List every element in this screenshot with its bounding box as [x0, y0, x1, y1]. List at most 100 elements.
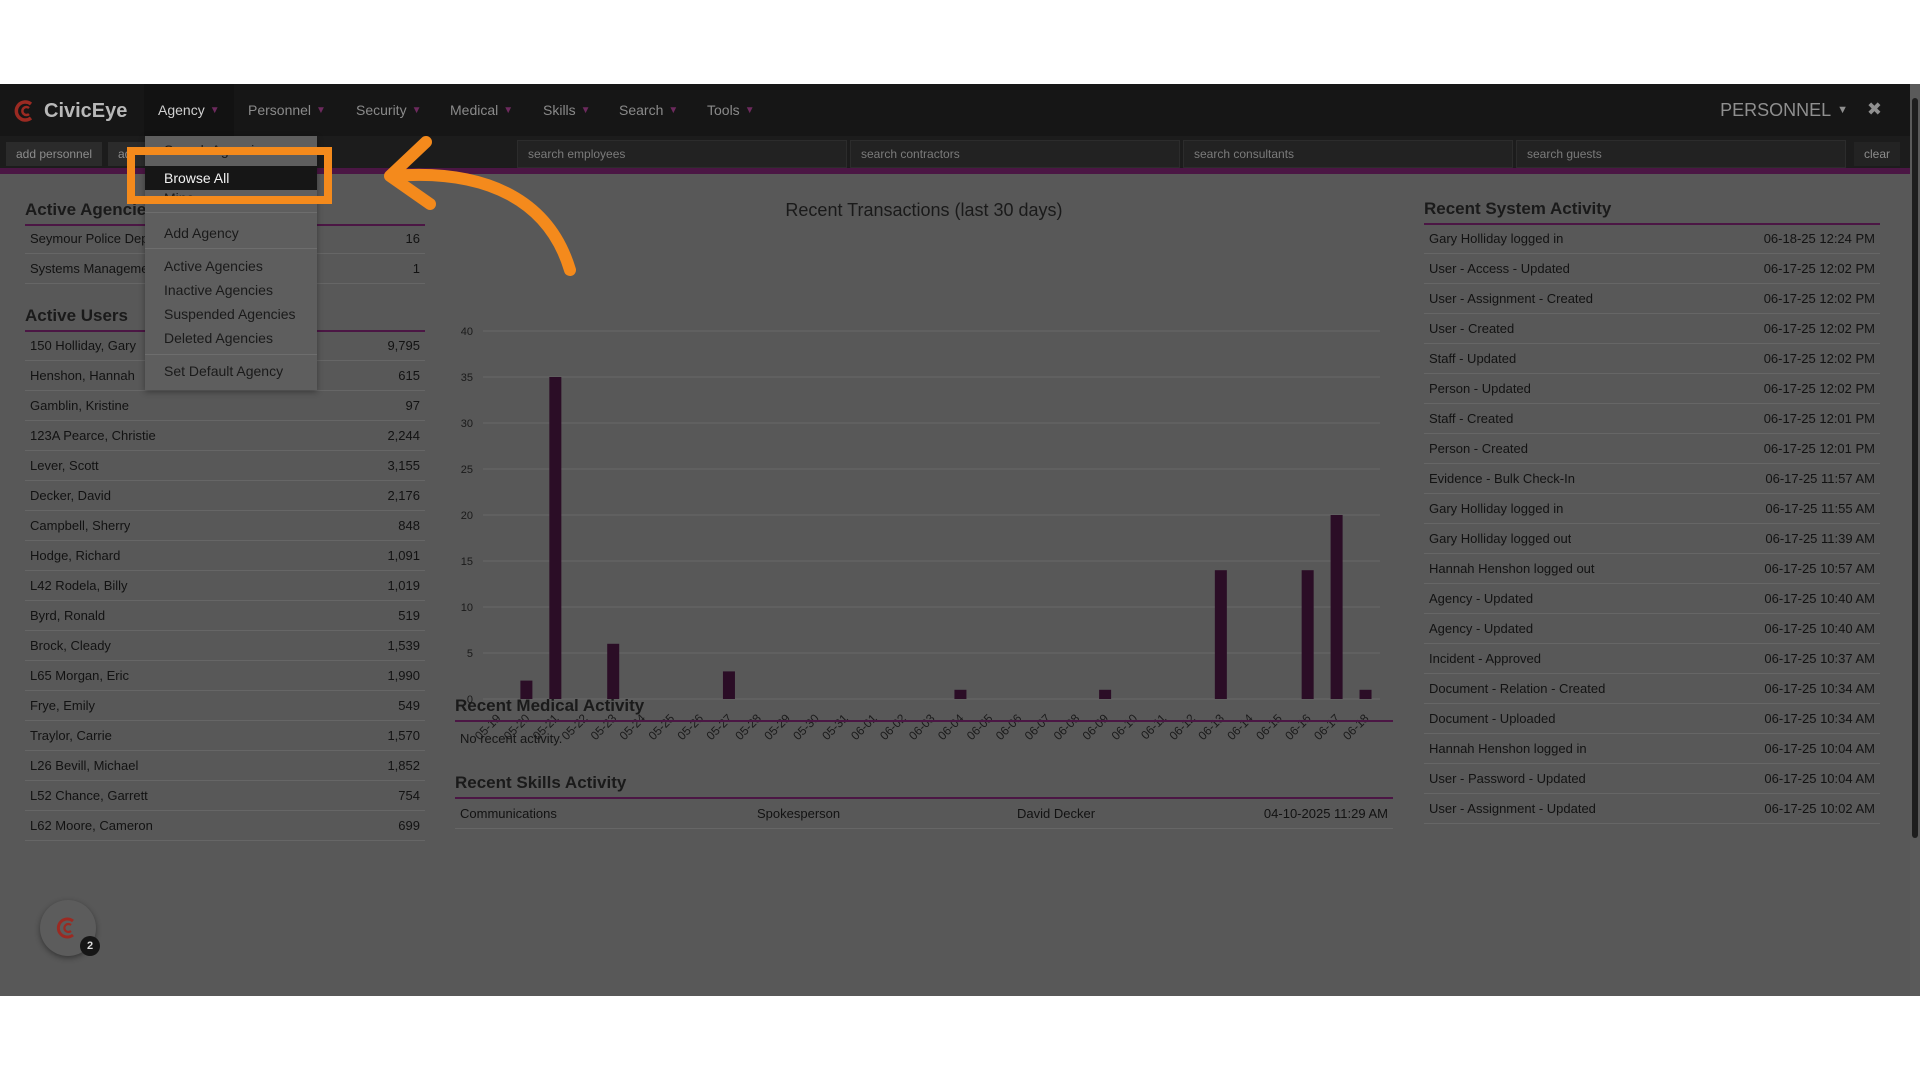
y-tick-label: 25 — [461, 464, 473, 476]
user-row[interactable]: Brock, Cleady 1,539 — [25, 631, 425, 661]
activity-time: 06-17-25 10:57 AM — [1764, 561, 1875, 576]
activity-row[interactable]: User - Created 06-17-25 12:02 PM — [1424, 314, 1880, 344]
nav-search[interactable]: Search ▼ — [605, 84, 692, 136]
menu-inactive-agencies[interactable]: Inactive Agencies — [164, 282, 273, 298]
user-name: L52 Chance, Garrett — [30, 788, 148, 803]
activity-time: 06-17-25 10:40 AM — [1764, 621, 1875, 636]
system-activity-heading: Recent System Activity — [1424, 199, 1880, 225]
chevron-down-icon: ▼ — [744, 104, 755, 116]
user-row[interactable]: 123A Pearce, Christie 2,244 — [25, 421, 425, 451]
page-scrollbar[interactable] — [1910, 84, 1920, 996]
chart-bar[interactable] — [1330, 515, 1343, 699]
y-tick-label: 15 — [461, 556, 473, 568]
chart-bar[interactable] — [607, 643, 620, 699]
activity-row[interactable]: Staff - Updated 06-17-25 12:02 PM — [1424, 344, 1880, 374]
menu-divider — [145, 212, 317, 213]
activity-row[interactable]: Hannah Henshon logged out 06-17-25 10:57 … — [1424, 554, 1880, 584]
user-row[interactable]: Decker, David 2,176 — [25, 481, 425, 511]
user-name: Henshon, Hannah — [30, 368, 135, 383]
add-personnel-button[interactable]: add personnel — [6, 142, 103, 166]
chart-bar[interactable] — [549, 377, 562, 699]
user-count: 2,176 — [387, 488, 420, 503]
user-name: Decker, David — [30, 488, 111, 503]
user-name: L26 Bevill, Michael — [30, 758, 139, 773]
user-count: 2,244 — [387, 428, 420, 443]
user-row[interactable]: Byrd, Ronald 519 — [25, 601, 425, 631]
user-count: 3,155 — [387, 458, 420, 473]
activity-row[interactable]: Person - Created 06-17-25 12:01 PM — [1424, 434, 1880, 464]
user-row[interactable]: Campbell, Sherry 848 — [25, 511, 425, 541]
search-consultants-input[interactable]: search consultants — [1183, 140, 1513, 168]
activity-row[interactable]: Evidence - Bulk Check-In 06-17-25 11:57 A… — [1424, 464, 1880, 494]
nav-agency-label: Agency — [158, 102, 205, 118]
activity-row[interactable]: Gary Holliday logged in 06-18-25 12:24 PM — [1424, 224, 1880, 254]
activity-time: 06-17-25 10:34 AM — [1764, 711, 1875, 726]
clear-button[interactable]: clear — [1854, 142, 1901, 166]
user-row[interactable]: L42 Rodela, Billy 1,019 — [25, 571, 425, 601]
activity-row[interactable]: User - Password - Updated 06-17-25 10:04 … — [1424, 764, 1880, 794]
chevron-down-icon: ▼ — [316, 104, 326, 116]
activity-row[interactable]: Document - Relation - Created 06-17-25 10… — [1424, 674, 1880, 704]
menu-active-agencies[interactable]: Active Agencies — [164, 258, 263, 274]
skill-name: Communications — [460, 806, 557, 821]
nav-personnel-label: Personnel — [248, 102, 312, 118]
skills-row[interactable]: Communications Spokesperson David Decker… — [455, 799, 1393, 829]
y-tick-label: 10 — [461, 602, 473, 614]
user-row[interactable]: L52 Chance, Garrett 754 — [25, 781, 425, 811]
search-guests-input[interactable]: search guests — [1516, 140, 1846, 168]
activity-time: 06-17-25 10:37 AM — [1764, 651, 1875, 666]
activity-row[interactable]: Agency - Updated 06-17-25 10:40 AM — [1424, 614, 1880, 644]
user-row[interactable]: Gamblin, Kristine 97 — [25, 391, 425, 421]
user-row[interactable]: L26 Bevill, Michael 1,852 — [25, 751, 425, 781]
activity-row[interactable]: Person - Updated 06-17-25 12:02 PM — [1424, 374, 1880, 404]
skill-role: Spokesperson — [757, 806, 841, 821]
nav-agency[interactable]: Agency ▼ — [144, 84, 234, 136]
close-icon[interactable]: ✖ — [1867, 99, 1882, 120]
user-name: L65 Morgan, Eric — [30, 668, 129, 683]
user-count: 1,091 — [387, 548, 420, 563]
user-row[interactable]: Traylor, Carrie 1,570 — [25, 721, 425, 751]
chart-bar[interactable] — [1301, 570, 1314, 699]
skills-heading: Recent Skills Activity — [455, 773, 1393, 799]
activity-event: User - Assignment - Updated — [1429, 801, 1596, 816]
nav-personnel[interactable]: Personnel ▼ — [234, 84, 340, 136]
activity-time: 06-17-25 10:34 AM — [1764, 681, 1875, 696]
activity-time: 06-17-25 12:02 PM — [1763, 291, 1875, 306]
brand-logo[interactable]: CivicEye — [14, 98, 127, 124]
activity-row[interactable]: Agency - Updated 06-17-25 10:40 AM — [1424, 584, 1880, 614]
activity-row[interactable]: Gary Holliday logged out 06-17-25 11:39 A… — [1424, 524, 1880, 554]
activity-row[interactable]: User - Assignment - Updated 06-17-25 10:0… — [1424, 794, 1880, 824]
scrollbar-thumb[interactable] — [1912, 98, 1918, 838]
activity-row[interactable]: Hannah Henshon logged in 06-17-25 10:04 A… — [1424, 734, 1880, 764]
personnel-mode-menu[interactable]: PERSONNEL ▼ — [1720, 84, 1848, 136]
user-count: 615 — [398, 368, 420, 383]
chart-bar[interactable] — [722, 671, 735, 699]
activity-row[interactable]: User - Assignment - Created 06-17-25 12:0… — [1424, 284, 1880, 314]
user-name: L62 Moore, Cameron — [30, 818, 153, 833]
chart-bar[interactable] — [1214, 570, 1227, 699]
activity-row[interactable]: Document - Uploaded 06-17-25 10:34 AM — [1424, 704, 1880, 734]
menu-divider — [145, 354, 317, 355]
top-nav: CivicEye Agency ▼ Personnel ▼ Security ▼ Me… — [0, 84, 1910, 136]
activity-row[interactable]: Staff - Created 06-17-25 12:01 PM — [1424, 404, 1880, 434]
user-name: Lever, Scott — [30, 458, 99, 473]
user-row[interactable]: Frye, Emily 549 — [25, 691, 425, 721]
activity-time: 06-17-25 10:04 AM — [1764, 741, 1875, 756]
activity-row[interactable]: User - Access - Updated 06-17-25 12:02 PM — [1424, 254, 1880, 284]
user-row[interactable]: Hodge, Richard 1,091 — [25, 541, 425, 571]
user-row[interactable]: L62 Moore, Cameron 699 — [25, 811, 425, 841]
user-name: Campbell, Sherry — [30, 518, 131, 533]
user-row[interactable]: Lever, Scott 3,155 — [25, 451, 425, 481]
user-row[interactable]: L65 Morgan, Eric 1,990 — [25, 661, 425, 691]
menu-set-default-agency[interactable]: Set Default Agency — [164, 363, 283, 379]
menu-suspended-agencies[interactable]: Suspended Agencies — [164, 306, 296, 322]
nav-search-label: Search — [619, 102, 664, 118]
menu-deleted-agencies[interactable]: Deleted Agencies — [164, 330, 273, 346]
activity-event: Staff - Updated — [1429, 351, 1517, 366]
activity-row[interactable]: Incident - Approved 06-17-25 10:37 AM — [1424, 644, 1880, 674]
pointer-arrow-icon — [384, 136, 576, 276]
nav-tools[interactable]: Tools ▼ — [693, 84, 769, 136]
activity-row[interactable]: Gary Holliday logged in 06-17-25 11:55 AM — [1424, 494, 1880, 524]
search-contractors-input[interactable]: search contractors — [850, 140, 1180, 168]
menu-add-agency[interactable]: Add Agency — [164, 225, 239, 241]
